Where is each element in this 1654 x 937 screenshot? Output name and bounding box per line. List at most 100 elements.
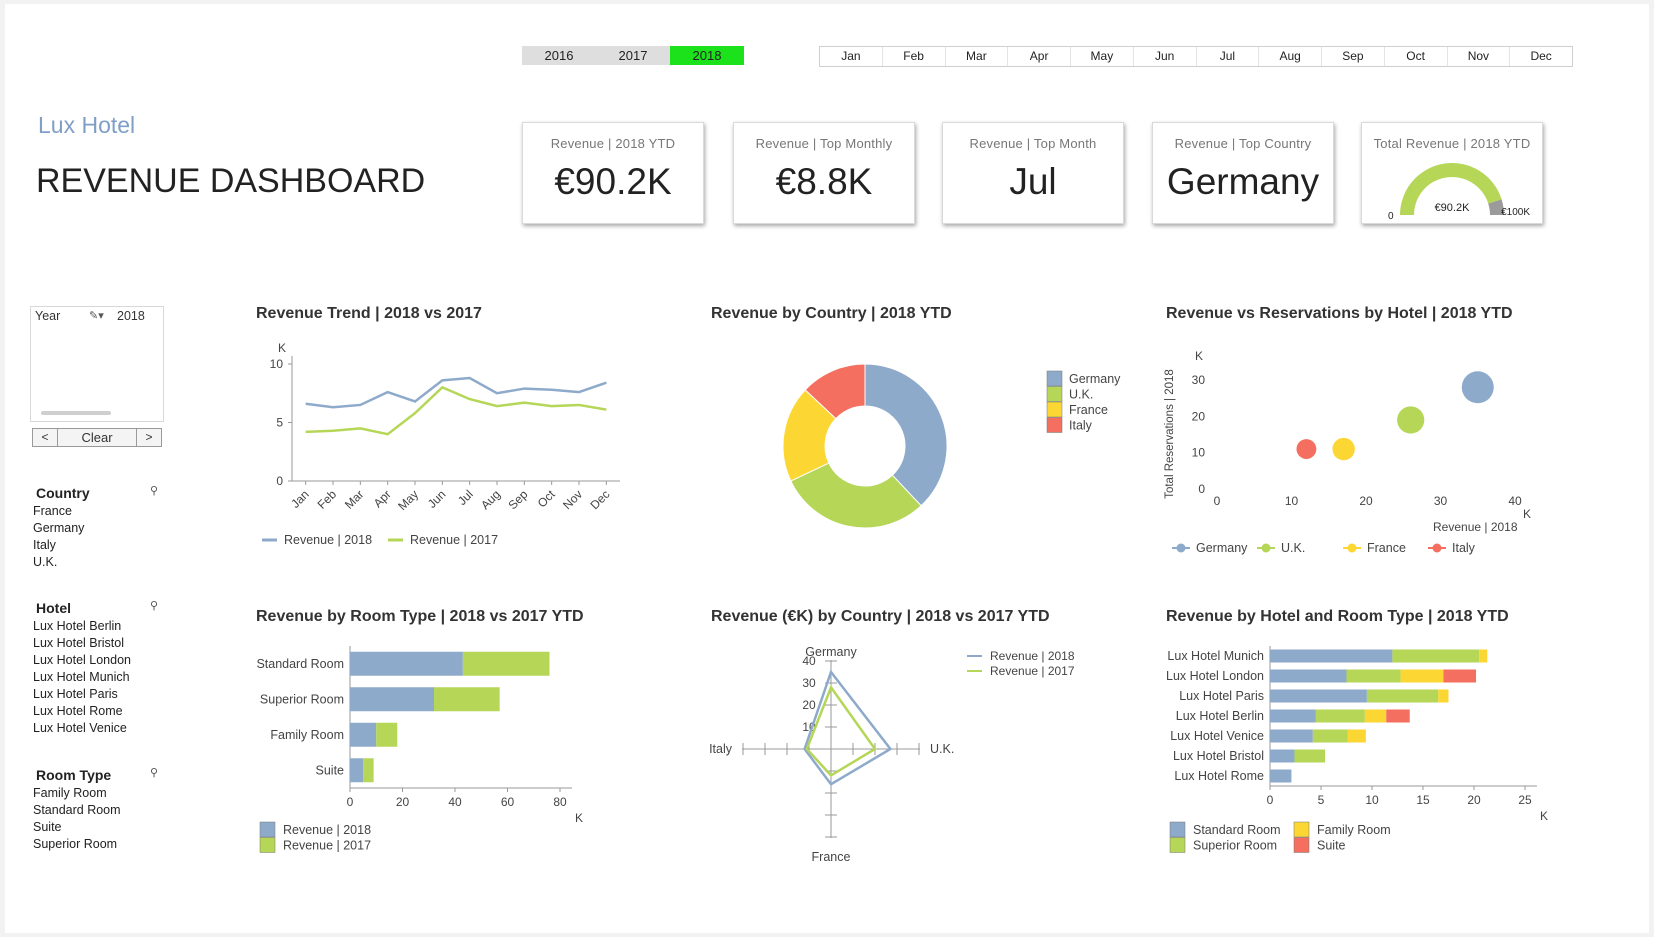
bar-segment[interactable] <box>1270 729 1313 743</box>
prev-button[interactable]: < <box>32 428 58 447</box>
bar-segment[interactable] <box>1270 709 1316 723</box>
clear-selection-icon[interactable]: ✎▾ <box>89 309 104 322</box>
scatter-point[interactable] <box>1461 371 1494 404</box>
hotel-room-bar-title: Revenue by Hotel and Room Type | 2018 YT… <box>1166 608 1509 625</box>
bar-segment[interactable] <box>350 758 364 783</box>
month-button[interactable]: Apr <box>1007 47 1070 66</box>
horizontal-scrollbar[interactable] <box>35 411 159 416</box>
bar-segment[interactable] <box>1400 669 1444 683</box>
gauge-value-label: €90.2K <box>1435 202 1471 214</box>
list-item[interactable]: Italy <box>33 537 84 554</box>
y-tick-label: 0 <box>276 474 283 488</box>
month-button[interactable]: May <box>1070 47 1133 66</box>
list-item[interactable]: Germany <box>33 520 84 537</box>
bar-segment[interactable] <box>1315 709 1365 723</box>
bar-segment[interactable] <box>1294 749 1326 763</box>
month-button[interactable]: Jun <box>1132 47 1196 66</box>
bar-segment[interactable] <box>1386 709 1410 723</box>
kpi-card-top-monthly: Revenue | Top Monthly €8.8K <box>733 122 915 224</box>
list-item[interactable]: France <box>33 503 84 520</box>
list-item[interactable]: Lux Hotel Paris <box>33 686 131 703</box>
bar-segment[interactable] <box>376 722 398 747</box>
bar-segment[interactable] <box>1347 729 1366 743</box>
month-button[interactable]: Dec <box>1509 47 1572 66</box>
bar-segment[interactable] <box>1270 689 1367 703</box>
month-button[interactable]: Feb <box>881 47 945 66</box>
month-button[interactable]: Nov <box>1446 47 1510 66</box>
bar-segment[interactable] <box>1346 669 1401 683</box>
room-bar-title: Revenue by Room Type | 2018 vs 2017 YTD <box>256 608 584 625</box>
scatter-point[interactable] <box>1332 437 1355 461</box>
bar-segment[interactable] <box>1270 649 1393 663</box>
list-item[interactable]: Lux Hotel Bristol <box>33 635 131 652</box>
y-tick-label: 0 <box>1198 482 1205 496</box>
year-button-2016[interactable]: 2016 <box>522 46 596 65</box>
x-tick-label: 25 <box>1518 793 1532 807</box>
radar-axis-label: Italy <box>709 742 733 756</box>
bar-segment[interactable] <box>1366 689 1439 703</box>
category-label: Lux Hotel Rome <box>1174 769 1264 783</box>
country-filter-list: France Germany Italy U.K. <box>33 503 84 571</box>
list-item[interactable]: Lux Hotel Venice <box>33 720 131 737</box>
list-item[interactable]: Family Room <box>33 785 121 802</box>
search-icon[interactable]: ⚲ <box>150 484 158 497</box>
x-tick-label: May <box>395 487 421 513</box>
legend-swatch <box>1169 837 1186 853</box>
list-item[interactable]: Lux Hotel London <box>33 652 131 669</box>
bar-segment[interactable] <box>350 687 434 712</box>
list-item[interactable]: Lux Hotel Berlin <box>33 618 131 635</box>
year-button-2017[interactable]: 2017 <box>596 46 670 65</box>
bar-segment[interactable] <box>363 758 374 783</box>
list-item[interactable]: Superior Room <box>33 836 121 853</box>
bar-segment[interactable] <box>1438 689 1449 703</box>
x-tick-label: Dec <box>587 487 612 512</box>
list-item[interactable]: Standard Room <box>33 802 121 819</box>
bar-segment[interactable] <box>434 687 500 712</box>
clear-button[interactable]: Clear <box>57 428 137 447</box>
legend-swatch <box>1046 417 1063 433</box>
bar-segment[interactable] <box>1270 769 1292 783</box>
month-button[interactable]: Aug <box>1258 47 1321 66</box>
search-icon[interactable]: ⚲ <box>150 599 158 612</box>
bar-segment[interactable] <box>1364 709 1387 723</box>
year-listbox[interactable]: Year ✎▾ 2018 <box>30 306 164 422</box>
bar-segment[interactable] <box>350 722 377 747</box>
month-button[interactable]: Mar <box>944 47 1008 66</box>
revenue-trend-chart: K 0 5 10 Jan Feb Mar Apr May Jun Jul Aug Sep Oct Nov De… <box>262 341 620 547</box>
revenue-by-hotel-room-chart: 0 5 10 15 20 25 K Lux Hotel Munich Lux Hotel Lon… <box>1166 646 1548 853</box>
scatter-point[interactable] <box>1397 406 1425 434</box>
legend-label: Revenue | 2017 <box>283 839 371 853</box>
bar-segment[interactable] <box>1479 649 1488 663</box>
bar-segment[interactable] <box>1392 649 1480 663</box>
year-button-2018[interactable]: 2018 <box>670 46 744 65</box>
search-icon[interactable]: ⚲ <box>150 766 158 779</box>
month-button[interactable]: Jul <box>1195 47 1259 66</box>
bar-segment[interactable] <box>1443 669 1477 683</box>
legend-swatch <box>1261 543 1271 553</box>
bar-segment[interactable] <box>1312 729 1348 743</box>
month-button[interactable]: Sep <box>1321 47 1384 66</box>
bar-segment[interactable] <box>1270 749 1295 763</box>
dashboard-canvas: 2016 2017 2018 Jan Feb Mar Apr May Jun J… <box>5 4 1649 933</box>
next-button[interactable]: > <box>136 428 162 447</box>
legend-swatch <box>259 837 276 853</box>
hotel-filter-list: Lux Hotel Berlin Lux Hotel Bristol Lux H… <box>33 618 131 737</box>
x-tick-label: 30 <box>1434 494 1448 508</box>
scatter-point[interactable] <box>1296 439 1317 459</box>
month-button[interactable]: Oct <box>1383 47 1447 66</box>
kpi-title: Revenue | Top Country <box>1174 136 1312 151</box>
list-item[interactable]: Suite <box>33 819 121 836</box>
list-item[interactable]: U.K. <box>33 554 84 571</box>
country-radar-title: Revenue (€K) by Country | 2018 vs 2017 Y… <box>711 608 1050 625</box>
month-button[interactable]: Jan <box>820 47 882 66</box>
bar-segment[interactable] <box>1270 669 1347 683</box>
bar-segment[interactable] <box>462 651 550 676</box>
radar-series <box>803 669 893 786</box>
category-label: Lux Hotel Bristol <box>1173 749 1264 763</box>
kpi-card-total-revenue-gauge: Total Revenue | 2018 YTD €90.2K 0 €100K <box>1361 122 1543 224</box>
y-unit-label: K <box>278 341 286 355</box>
list-item[interactable]: Lux Hotel Munich <box>33 669 131 686</box>
list-item[interactable]: Lux Hotel Rome <box>33 703 131 720</box>
legend-label: Italy <box>1452 541 1476 555</box>
bar-segment[interactable] <box>350 651 463 676</box>
